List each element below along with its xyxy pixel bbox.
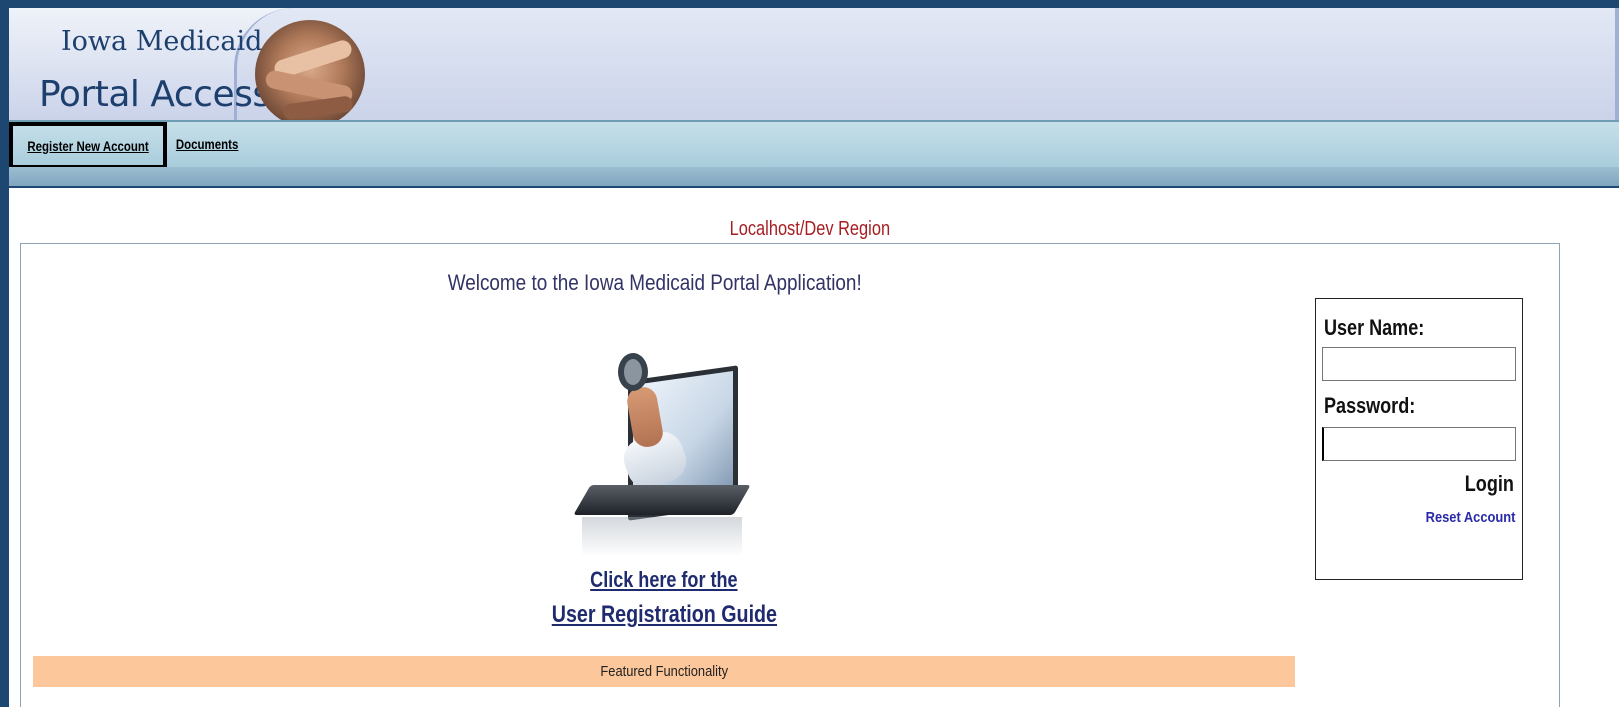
reset-account-link-text[interactable]: Reset Account	[1425, 509, 1515, 526]
laptop-base	[573, 485, 751, 515]
login-link-text[interactable]: Login	[1465, 471, 1514, 497]
hands-logo-image	[255, 20, 365, 128]
nav-bar: Register New Account Documents	[9, 120, 1619, 169]
stethoscope-icon	[618, 353, 648, 391]
logo-line-1: Iowa Medicaid	[61, 26, 263, 57]
featured-functionality-label: Featured Functionality	[600, 663, 728, 680]
nav-register-highlight: Register New Account	[9, 122, 167, 169]
nav-sub-bar	[9, 167, 1619, 188]
password-input[interactable]	[1322, 427, 1516, 461]
welcome-heading: Welcome to the Iowa Medicaid Portal Appl…	[0, 270, 1310, 296]
registration-guide-link[interactable]: User Registration Guide	[551, 601, 776, 629]
reset-account-link[interactable]: Reset Account	[1411, 509, 1515, 526]
header-curve-panel	[234, 8, 1619, 120]
guide-link-line-2: User Registration Guide	[0, 601, 1328, 629]
region-label-text: Localhost/Dev Region	[729, 218, 890, 240]
logo-line-2: Portal Access	[39, 74, 271, 115]
guide-link-line-1: Click here for the	[0, 567, 1328, 593]
username-label: User Name:	[1324, 315, 1446, 341]
featured-functionality-bar: Featured Functionality	[33, 656, 1295, 687]
laptop-stethoscope-image	[570, 335, 760, 560]
login-box: User Name: Password: Login Reset Account	[1315, 298, 1523, 580]
region-label: Localhost/Dev Region	[0, 218, 1619, 241]
password-label: Password:	[1324, 393, 1435, 419]
laptop-reflection	[582, 517, 742, 557]
username-input[interactable]	[1322, 347, 1516, 381]
username-label-text: User Name:	[1324, 315, 1425, 340]
registration-guide-link-top[interactable]: Click here for the	[590, 567, 737, 593]
password-label-text: Password:	[1324, 393, 1416, 418]
documents-link[interactable]: Documents	[176, 136, 239, 152]
login-link[interactable]: Login	[1454, 471, 1514, 497]
nav-documents: Documents	[169, 136, 245, 154]
register-new-account-link[interactable]: Register New Account	[27, 138, 148, 154]
top-frame-strip	[0, 0, 1619, 8]
welcome-text: Welcome to the Iowa Medicaid Portal Appl…	[447, 270, 863, 295]
header-banner: Iowa Medicaid Portal Access	[9, 8, 1619, 128]
